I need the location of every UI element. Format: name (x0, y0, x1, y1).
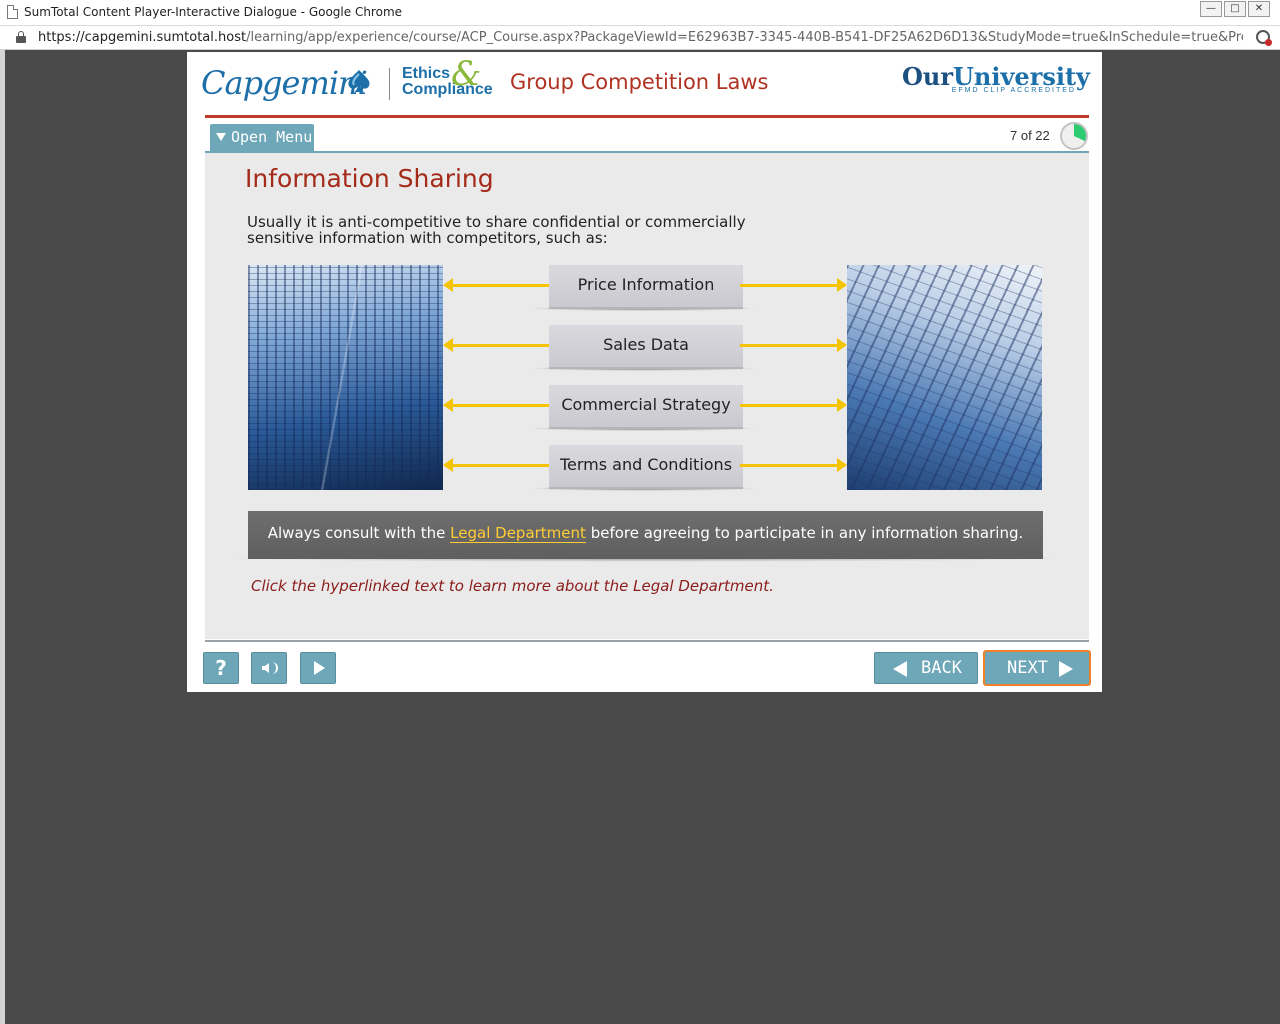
info-item: Terms and Conditions (443, 445, 847, 493)
our-university-logo: OurUniversity EFMD CLIP ACCREDITED (902, 62, 1090, 94)
next-arrow-icon (1059, 661, 1073, 677)
spade-icon (348, 70, 370, 92)
arrow-right-icon (740, 398, 847, 412)
arrow-right-icon (740, 458, 847, 472)
header-divider (205, 115, 1089, 118)
arrow-left-icon (443, 398, 550, 412)
progress-pie-icon (1060, 122, 1088, 150)
info-item: Price Information (443, 265, 847, 313)
back-arrow-icon (893, 661, 907, 677)
window-title: SumTotal Content Player-Interactive Dial… (24, 5, 403, 19)
page-counter: 7 of 22 (1010, 128, 1050, 143)
info-item: Sales Data (443, 325, 847, 373)
consult-banner: Always consult with the Legal Department… (248, 511, 1043, 559)
slide-intro: Usually it is anti-competitive to share … (247, 213, 746, 247)
play-button[interactable] (300, 652, 336, 684)
info-label: Price Information (549, 265, 743, 309)
slide-title: Information Sharing (245, 164, 494, 193)
close-button[interactable]: ✕ (1248, 1, 1270, 17)
next-button[interactable]: NEXT (983, 650, 1091, 686)
help-button[interactable]: ? (203, 652, 239, 684)
arrow-left-icon (443, 458, 550, 472)
url-text[interactable]: https://capgemini.sumtotal.host/learning… (38, 30, 1243, 45)
triangle-down-icon (216, 133, 226, 141)
window-border (0, 50, 5, 1024)
footer-divider (205, 640, 1089, 642)
page-icon (7, 5, 18, 19)
minimize-button[interactable]: — (1200, 1, 1222, 17)
capgemini-logo: Capgemini (201, 64, 368, 102)
url-host: https://capgemini.sumtotal.host (38, 30, 247, 45)
info-label: Sales Data (549, 325, 743, 369)
open-menu-label: Open Menu (231, 128, 313, 146)
arrow-right-icon (740, 338, 847, 352)
audio-button[interactable] (251, 652, 287, 684)
logo-divider (389, 68, 390, 100)
info-item: Commercial Strategy (443, 385, 847, 433)
office-building-image-right (847, 265, 1042, 490)
skyscraper-image-left (248, 265, 443, 490)
window-controls: — □ ✕ (1200, 1, 1270, 17)
open-menu-button[interactable]: Open Menu (210, 124, 314, 152)
ampersand-mark: & (451, 54, 482, 94)
arrow-left-icon (443, 338, 550, 352)
arrow-right-icon (740, 278, 847, 292)
next-label: NEXT (1007, 658, 1048, 678)
hyperlink-hint: Click the hyperlinked text to learn more… (251, 577, 774, 595)
address-bar[interactable]: https://capgemini.sumtotal.host/learning… (0, 26, 1280, 50)
back-button[interactable]: BACK (874, 652, 978, 684)
consult-text-after: before agreeing to participate in any in… (590, 524, 1024, 542)
slide-content: Information Sharing Usually it is anti-c… (205, 153, 1089, 639)
info-label: Commercial Strategy (549, 385, 743, 429)
arrow-left-icon (443, 278, 550, 292)
back-label: BACK (921, 658, 962, 678)
legal-department-link[interactable]: Legal Department (450, 524, 586, 543)
info-label: Terms and Conditions (549, 445, 743, 489)
course-player: Capgemini Ethics Compliance & Group Comp… (187, 52, 1102, 692)
ou-our: Our (901, 62, 953, 91)
window-titlebar: SumTotal Content Player-Interactive Dial… (0, 0, 1280, 26)
course-title: Group Competition Laws (510, 70, 769, 94)
maximize-button[interactable]: □ (1224, 1, 1246, 17)
play-icon (314, 661, 325, 675)
lock-icon[interactable] (16, 31, 26, 43)
consult-text-before: Always consult with the (267, 524, 446, 542)
extension-icon[interactable] (1256, 30, 1272, 46)
speaker-icon (262, 663, 269, 673)
url-path: /learning/app/experience/course/ACP_Cour… (246, 30, 1243, 45)
